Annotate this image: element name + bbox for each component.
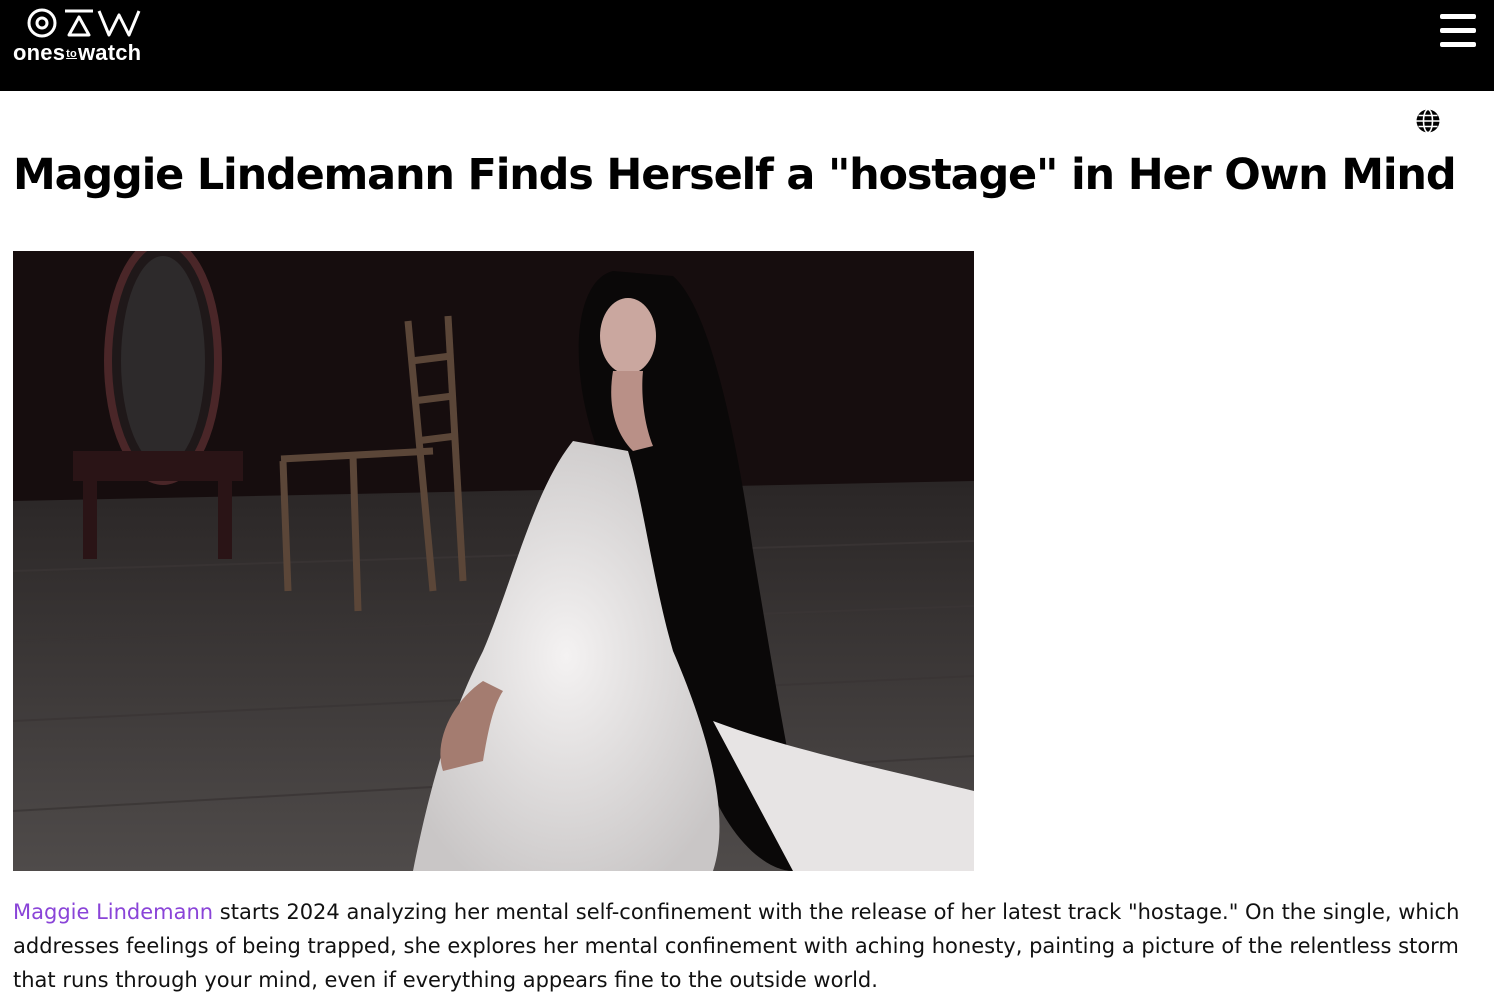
site-header: onestowatch: [0, 0, 1494, 91]
article-title: Maggie Lindemann Finds Herself a "hostag…: [13, 150, 1457, 200]
logo-word-ones: ones: [13, 40, 66, 65]
site-logo[interactable]: onestowatch: [13, 8, 163, 68]
logo-word-to: to: [66, 48, 77, 60]
artist-link[interactable]: Maggie Lindemann: [13, 900, 213, 924]
article-body-text: starts 2024 analyzing her mental self-co…: [13, 900, 1460, 992]
hero-photo-illustration: [13, 251, 974, 871]
globe-icon[interactable]: [1415, 108, 1441, 134]
logo-mark-icon: [27, 8, 141, 38]
logo-wordmark: onestowatch: [13, 40, 141, 66]
menu-line: [1440, 28, 1476, 33]
article-body: Maggie Lindemann starts 2024 analyzing h…: [13, 895, 1483, 997]
globe-icon-graphic: [1416, 108, 1440, 134]
hamburger-icon[interactable]: [1440, 14, 1476, 48]
logo-word-watch: watch: [77, 40, 142, 65]
menu-line: [1440, 14, 1476, 19]
menu-line: [1440, 42, 1476, 47]
hero-image: [13, 251, 974, 871]
